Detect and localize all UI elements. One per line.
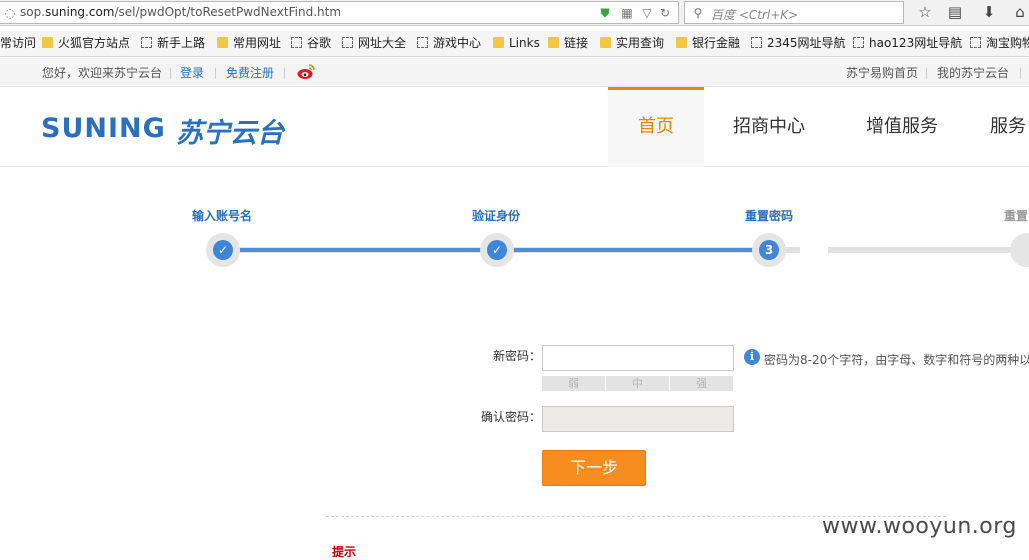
nav-item-home[interactable]: 首页 bbox=[608, 87, 704, 167]
divider bbox=[284, 68, 285, 79]
step-track-remaining bbox=[828, 247, 1029, 253]
folder-icon bbox=[493, 37, 504, 48]
dropdown-icon[interactable]: ▽ bbox=[640, 6, 654, 20]
page-icon bbox=[751, 37, 762, 48]
step-marker-current: 3 bbox=[752, 233, 786, 267]
strength-weak: 弱 bbox=[542, 376, 605, 391]
tips-title: 提示 bbox=[332, 545, 357, 559]
home-icon[interactable]: ⌂ bbox=[1011, 3, 1029, 21]
clipboard-icon[interactable]: ▤ bbox=[946, 3, 964, 21]
nav-item-service[interactable]: 服务 bbox=[990, 87, 1029, 167]
bookmarks-bar: 常访问 火狐官方站点 新手上路 常用网址 谷歌 网址大全 游戏中心 Links … bbox=[0, 31, 1029, 57]
weibo-icon[interactable] bbox=[296, 62, 316, 80]
browser-toolbar: ◌ sop.suning.com/sel/pwdOpt/toResetPwdNe… bbox=[0, 0, 1029, 26]
folder-icon bbox=[676, 37, 687, 48]
nav-item-value-added[interactable]: 增值服务 bbox=[852, 87, 952, 167]
site-topbar: 您好，欢迎来苏宁云台 登录 免费注册 苏宁易购首页 我的苏宁云台 bbox=[0, 58, 1029, 87]
shield-icon[interactable]: ⛊ bbox=[598, 6, 612, 20]
address-text[interactable]: sop.suning.com/sel/pwdOpt/toResetPwdNext… bbox=[20, 5, 341, 19]
bookmark-item[interactable]: 实用查询 bbox=[600, 36, 664, 50]
divider bbox=[926, 68, 927, 79]
search-icon: ⚲ bbox=[693, 6, 703, 20]
logo-wordmark[interactable]: SUNING bbox=[41, 113, 166, 144]
site-header: SUNING 苏宁云台 首页 招商中心 增值服务 服务 bbox=[0, 87, 1029, 167]
folder-icon bbox=[548, 37, 559, 48]
reload-icon[interactable]: ↻ bbox=[658, 6, 672, 20]
bookmark-item[interactable]: 常用网址 bbox=[217, 36, 281, 50]
step-label: 验证身份 bbox=[472, 209, 521, 223]
page-icon bbox=[291, 37, 302, 48]
step-marker-done: ✓ bbox=[480, 233, 514, 267]
search-input[interactable]: ⚲ 百度 <Ctrl+K> bbox=[684, 1, 904, 24]
step-label: 重置密码 bbox=[745, 209, 794, 223]
divider bbox=[1020, 68, 1021, 79]
page-icon bbox=[417, 37, 428, 48]
bookmark-item[interactable]: 网址大全 bbox=[342, 36, 406, 50]
bookmark-item[interactable]: 2345网址导航 bbox=[751, 36, 846, 50]
bookmark-item[interactable]: 游戏中心 bbox=[417, 36, 481, 50]
next-step-button[interactable]: 下一步 bbox=[542, 450, 646, 486]
watermark: www.wooyun.org bbox=[822, 514, 1017, 539]
check-icon: ✓ bbox=[487, 240, 507, 260]
download-icon[interactable]: ⬇ bbox=[980, 3, 998, 21]
strength-strong: 强 bbox=[670, 376, 733, 391]
password-hint: 密码为8-20个字符，由字母、数字和符号的两种以 bbox=[764, 353, 1029, 367]
bookmark-item[interactable]: 谷歌 bbox=[291, 36, 331, 50]
password-strength-meter: 弱 中 强 bbox=[542, 376, 733, 391]
bookmark-item[interactable]: 淘宝购物 bbox=[970, 36, 1029, 50]
page-icon bbox=[141, 37, 152, 48]
folder-icon bbox=[600, 37, 611, 48]
bookmark-item[interactable]: 新手上路 bbox=[141, 36, 205, 50]
step-label: 输入账号名 bbox=[192, 209, 253, 223]
register-link[interactable]: 免费注册 bbox=[226, 66, 274, 80]
info-icon: i bbox=[744, 349, 760, 365]
bookmark-item[interactable]: hao123网址导航 bbox=[853, 36, 962, 50]
step-marker-done: ✓ bbox=[206, 233, 240, 267]
nav-item-merchants[interactable]: 招商中心 bbox=[718, 87, 820, 167]
divider bbox=[215, 68, 216, 79]
bookmark-item[interactable]: 链接 bbox=[548, 36, 588, 50]
bookmark-item[interactable]: 常访问 bbox=[0, 36, 36, 50]
bookmark-item[interactable]: 火狐官方站点 bbox=[42, 36, 130, 50]
confirm-password-input[interactable] bbox=[542, 406, 734, 432]
page-icon bbox=[853, 37, 864, 48]
step-number: 3 bbox=[759, 240, 779, 260]
login-link[interactable]: 登录 bbox=[180, 66, 204, 80]
folder-icon bbox=[42, 37, 53, 48]
step-marker-todo bbox=[1010, 233, 1029, 267]
confirm-password-label: 确认密码： bbox=[481, 410, 542, 424]
page-icon bbox=[342, 37, 353, 48]
star-icon[interactable]: ☆ bbox=[916, 3, 934, 21]
address-bar[interactable]: ◌ sop.suning.com/sel/pwdOpt/toResetPwdNe… bbox=[0, 1, 679, 24]
search-placeholder: 百度 <Ctrl+K> bbox=[711, 8, 799, 22]
new-password-label: 新密码： bbox=[493, 349, 542, 363]
folder-icon bbox=[217, 37, 228, 48]
suning-home-link[interactable]: 苏宁易购首页 bbox=[846, 66, 918, 80]
new-password-input[interactable] bbox=[542, 345, 734, 371]
my-account-link[interactable]: 我的苏宁云台 bbox=[937, 66, 1009, 80]
logo-chinese[interactable]: 苏宁云台 bbox=[176, 111, 284, 150]
bookmark-item[interactable]: 银行金融 bbox=[676, 36, 740, 50]
welcome-text: 您好，欢迎来苏宁云台 bbox=[42, 66, 163, 80]
check-icon: ✓ bbox=[213, 240, 233, 260]
bookmark-item[interactable]: Links bbox=[493, 36, 540, 50]
divider bbox=[170, 68, 171, 79]
page-icon bbox=[970, 37, 981, 48]
strength-medium: 中 bbox=[606, 376, 669, 391]
step-label: 重置 bbox=[1004, 209, 1029, 223]
qr-code-icon[interactable]: ▦ bbox=[620, 6, 634, 20]
globe-icon: ◌ bbox=[4, 6, 16, 20]
